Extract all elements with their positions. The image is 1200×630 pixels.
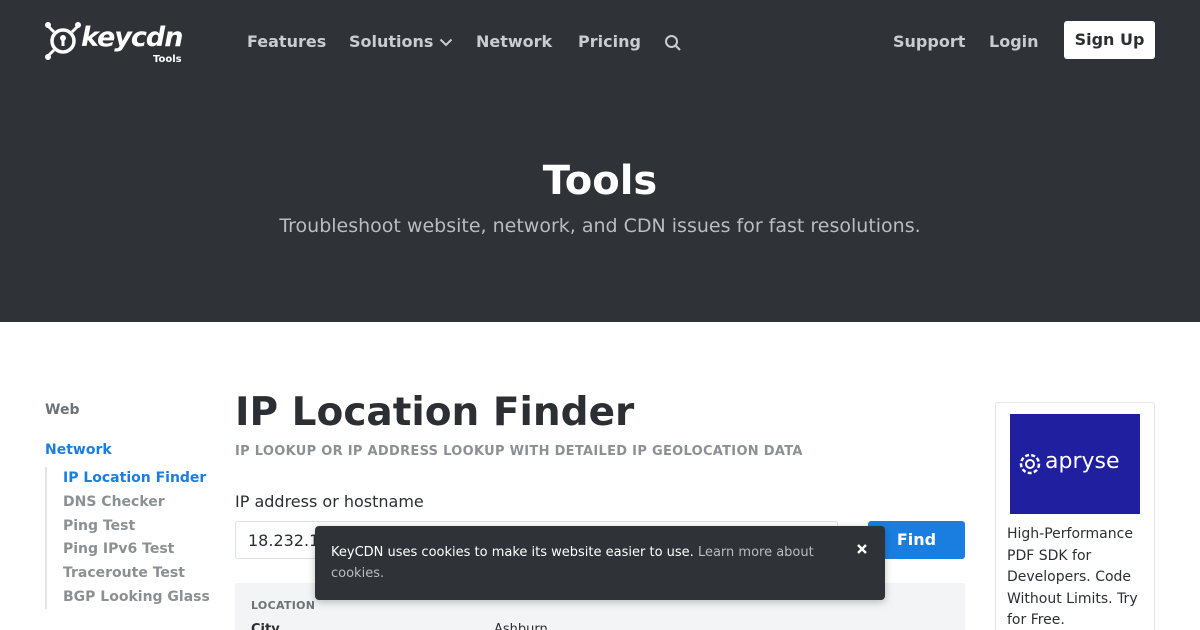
nav-login[interactable]: Login	[989, 31, 1039, 53]
logo-text: keycdn	[81, 22, 183, 53]
sidebar-item-traceroute-test[interactable]: Traceroute Test	[63, 565, 185, 581]
result-key-city: City	[251, 622, 280, 630]
sidebar-item-ip-location-finder[interactable]: IP Location Finder	[63, 470, 206, 486]
apryse-logo-icon	[1019, 453, 1041, 475]
search-icon[interactable]	[664, 34, 682, 52]
hero-header: keycdn Tools Features Solutions Network …	[0, 0, 1200, 322]
hero-subtitle: Troubleshoot website, network, and CDN i…	[279, 215, 921, 237]
result-value-city: Ashburn	[494, 622, 548, 630]
ad-text[interactable]: High-Performance PDF SDK for Developers.…	[1007, 524, 1147, 630]
nav-pricing[interactable]: Pricing	[578, 31, 641, 53]
sidebar-ad[interactable]: apryse High-Performance PDF SDK for Deve…	[995, 402, 1155, 630]
chevron-down-icon	[440, 38, 453, 47]
keyhole-logo-icon	[45, 22, 81, 60]
page-subtitle: IP LOOKUP OR IP ADDRESS LOOKUP WITH DETA…	[235, 444, 803, 459]
sidebar-category-web[interactable]: Web	[45, 402, 79, 418]
nav-features[interactable]: Features	[247, 31, 326, 53]
signup-button[interactable]: Sign Up	[1064, 21, 1155, 59]
cookie-message-text: KeyCDN uses cookies to make its website …	[331, 545, 694, 560]
sidebar-item-ping-ipv6-test[interactable]: Ping IPv6 Test	[63, 541, 174, 557]
ip-field-label: IP address or hostname	[235, 492, 424, 511]
hero-title: Tools	[542, 158, 658, 204]
cookie-banner: KeyCDN uses cookies to make its website …	[315, 526, 885, 600]
sidebar-category-network[interactable]: Network	[45, 442, 112, 458]
logo[interactable]: keycdn Tools	[45, 20, 190, 68]
nav-solutions[interactable]: Solutions	[349, 31, 453, 53]
ad-banner-image[interactable]: apryse	[1010, 414, 1140, 514]
close-icon[interactable]	[855, 542, 869, 556]
nav-support[interactable]: Support	[893, 31, 965, 53]
cookie-message: KeyCDN uses cookies to make its website …	[331, 542, 831, 584]
nav-solutions-label: Solutions	[349, 32, 434, 51]
sidebar-item-ping-test[interactable]: Ping Test	[63, 518, 135, 534]
sidebar-item-bgp-looking-glass[interactable]: BGP Looking Glass	[63, 589, 210, 605]
result-section-heading: LOCATION	[251, 599, 316, 612]
nav-network[interactable]: Network	[476, 31, 552, 53]
logo-subtitle: Tools	[153, 54, 182, 65]
ad-brand: apryse	[1045, 449, 1120, 474]
sidebar-network-list: IP Location Finder DNS Checker Ping Test…	[45, 467, 215, 609]
page-title: IP Location Finder	[235, 390, 635, 435]
sidebar-item-dns-checker[interactable]: DNS Checker	[63, 494, 165, 510]
